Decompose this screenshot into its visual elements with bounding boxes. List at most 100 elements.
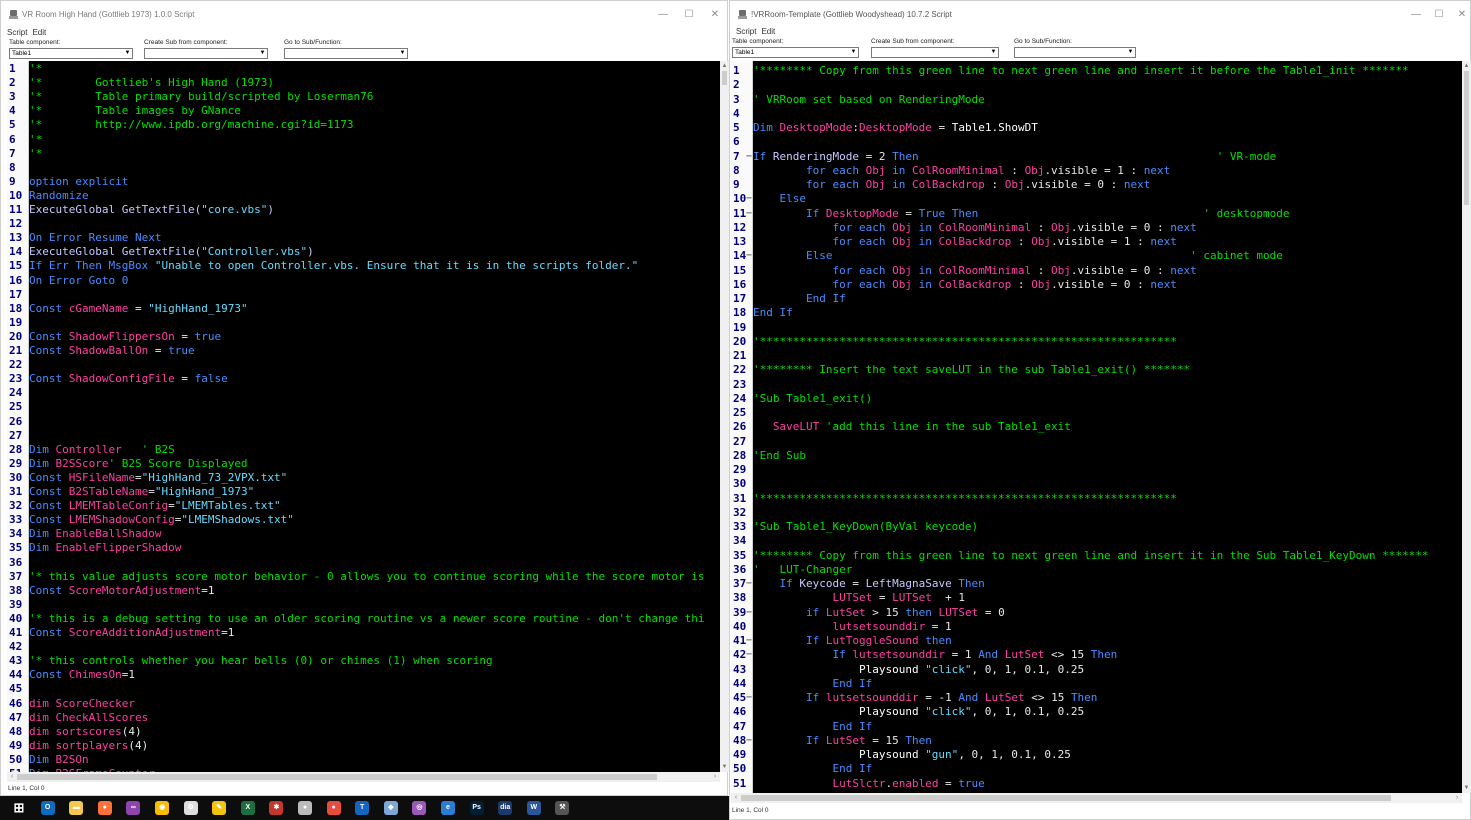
- scroll-thumb[interactable]: [722, 71, 727, 85]
- scroll-thumb[interactable]: [741, 795, 1391, 801]
- fold-marker-icon[interactable]: −: [746, 606, 752, 620]
- code-line[interactable]: for each Obj in ColBackdrop : Obj.visibl…: [753, 178, 1150, 192]
- code-line[interactable]: '* http://www.ipdb.org/machine.cgi?id=11…: [29, 118, 354, 132]
- menu-script[interactable]: Script: [7, 28, 27, 38]
- code-line[interactable]: ' LUT-Changer: [753, 563, 852, 577]
- code-line[interactable]: Dim B2SOn: [29, 753, 89, 767]
- fold-marker-icon[interactable]: −: [746, 249, 752, 263]
- code-line[interactable]: Randomize: [29, 189, 89, 203]
- app-purple-icon[interactable]: ∞: [126, 801, 141, 815]
- scroll-left-icon[interactable]: ‹: [731, 793, 741, 803]
- scroll-down-icon[interactable]: ▼: [720, 762, 729, 772]
- code-line[interactable]: Else ' cabinet mode: [753, 249, 1283, 263]
- code-line[interactable]: If LutSet = 15 Then: [753, 734, 932, 748]
- code-line[interactable]: for each Obj in ColRoomMinimal : Obj.vis…: [753, 221, 1196, 235]
- code-line[interactable]: Dim EnableFlipperShadow: [29, 541, 181, 555]
- code-line[interactable]: if LutSet > 15 then LUTSet = 0: [753, 606, 1005, 620]
- code-line[interactable]: lutsetsounddir = 1: [753, 620, 951, 634]
- fold-marker-icon[interactable]: −: [746, 648, 752, 662]
- code-line[interactable]: Const LMEMTableConfig="LMEMTables.txt": [29, 499, 281, 513]
- code-area[interactable]: '* '* Gottlieb's High Hand (1973) '* Table…: [29, 61, 720, 772]
- code-line[interactable]: Dim DesktopMode:DesktopMode = Table1.Sho…: [753, 121, 1038, 135]
- code-line[interactable]: If LutToggleSound then: [753, 634, 952, 648]
- code-line[interactable]: dim sortscores(4): [29, 725, 142, 739]
- scroll-left-icon[interactable]: ‹: [7, 772, 17, 782]
- paint-icon[interactable]: ✎: [212, 801, 227, 815]
- code-line[interactable]: LutSlctr.enabled = true: [753, 777, 984, 791]
- code-line[interactable]: If lutsetsounddir = 1 And LutSet <> 15 T…: [753, 648, 1117, 662]
- code-line[interactable]: Const ChimesOn=1: [29, 668, 135, 682]
- code-line[interactable]: Const ShadowFlippersOn = true: [29, 330, 221, 344]
- code-line[interactable]: On Error Resume Next: [29, 231, 161, 245]
- code-line[interactable]: Dim B2SScore' B2S Score Displayed: [29, 457, 248, 471]
- minimize-icon[interactable]: —: [649, 1, 677, 28]
- scroll-thumb[interactable]: [1464, 71, 1469, 205]
- code-line[interactable]: '***************************************…: [753, 335, 1177, 349]
- blue-app-icon[interactable]: T: [355, 801, 370, 815]
- code-line[interactable]: End If: [753, 762, 872, 776]
- code-line[interactable]: End If: [753, 292, 846, 306]
- menu-edit[interactable]: Edit: [761, 27, 775, 37]
- code-line[interactable]: ' VRRoom set based on RenderingMode: [753, 93, 985, 107]
- code-line[interactable]: If lutsetsounddir = -1 And LutSet <> 15 …: [753, 691, 1097, 705]
- code-line[interactable]: '*: [29, 147, 42, 161]
- code-line[interactable]: 'Sub Table1_exit(): [753, 392, 872, 406]
- scroll-up-icon[interactable]: ▲: [1462, 61, 1471, 71]
- code-line[interactable]: '* this is a debug setting to use an old…: [29, 612, 705, 626]
- code-line[interactable]: dim ScoreChecker: [29, 697, 135, 711]
- red-circle-app-icon[interactable]: ●: [326, 801, 341, 815]
- left-vertical-scrollbar[interactable]: ▲ ▼: [720, 61, 729, 772]
- code-line[interactable]: Else: [753, 192, 806, 206]
- menu-edit[interactable]: Edit: [32, 28, 46, 38]
- code-line[interactable]: '******** Copy from this green line to n…: [753, 549, 1429, 563]
- code-line[interactable]: 'Sub Table1_KeyDown(ByVal keycode): [753, 520, 978, 534]
- code-line[interactable]: Dim EnableBallShadow: [29, 527, 161, 541]
- windows-start-icon[interactable]: ⊞: [12, 801, 26, 815]
- maximize-icon[interactable]: ☐: [675, 1, 703, 28]
- table-component-select[interactable]: Table1 ▼: [732, 47, 859, 58]
- code-line[interactable]: End If: [753, 306, 793, 320]
- code-line[interactable]: '* this value adjusts score motor behavi…: [29, 570, 705, 584]
- code-line[interactable]: 'End Sub: [753, 449, 806, 463]
- menu-script[interactable]: Script: [736, 27, 756, 37]
- code-line[interactable]: LUTSet = LUTSet + 1: [753, 591, 965, 605]
- code-line[interactable]: for each Obj in ColBackdrop : Obj.visibl…: [753, 278, 1176, 292]
- tool-icon[interactable]: ⚒: [555, 801, 570, 815]
- code-line[interactable]: Const ScoreMotorAdjustment=1: [29, 584, 214, 598]
- code-line[interactable]: Const HSFileName="HighHand_73_2VPX.txt": [29, 471, 287, 485]
- left-horizontal-scrollbar[interactable]: ‹ ›: [7, 772, 720, 782]
- code-line[interactable]: If DesktopMode = True Then ' desktopmode: [753, 207, 1290, 221]
- fold-marker-icon[interactable]: −: [746, 691, 752, 705]
- code-line[interactable]: Playsound "gun", 0, 1, 0.1, 0.25: [753, 748, 1071, 762]
- code-line[interactable]: Playsound "click", 0, 1, 0.1, 0.25: [753, 705, 1084, 719]
- photoshop-icon[interactable]: Ps: [469, 801, 484, 815]
- right-vertical-scrollbar[interactable]: ▲ ▼: [1462, 61, 1471, 793]
- scroll-thumb[interactable]: [17, 774, 657, 780]
- code-line[interactable]: Playsound "click", 0, 1, 0.1, 0.25: [753, 663, 1084, 677]
- code-line[interactable]: Const cGameName = "HighHand_1973": [29, 302, 248, 316]
- code-line[interactable]: Dim Controller ' B2S: [29, 443, 175, 457]
- outlook-icon[interactable]: O: [40, 801, 55, 815]
- code-line[interactable]: Const ScoreAdditionAdjustment=1: [29, 626, 234, 640]
- left-title-bar[interactable]: VR Room High Hand (Gottlieb 1973) 1.0.0 …: [1, 1, 727, 28]
- fold-marker-icon[interactable]: −: [746, 577, 752, 591]
- code-line[interactable]: SaveLUT 'add this line in the sub Table1…: [753, 420, 1071, 434]
- code-line[interactable]: End If: [753, 677, 872, 691]
- code-line[interactable]: for each Obj in ColBackdrop : Obj.visibl…: [753, 235, 1176, 249]
- close-icon[interactable]: ✕: [701, 1, 729, 28]
- code-line[interactable]: '***************************************…: [753, 492, 1177, 506]
- left-code-editor[interactable]: 1 2 3 4 5 6 7 8 9 10 11 12 13 14 15 16 17 18 19 20 21 22 23 24 2…: [7, 61, 720, 772]
- right-code-editor[interactable]: 1 2 3 4 5 6 7−8 9 10−11−12 13 14−15 16 17 18 19 20 21 22 2…: [731, 61, 1462, 793]
- round-app-icon[interactable]: ●: [298, 801, 312, 815]
- create-sub-select[interactable]: ▼: [871, 47, 999, 58]
- code-line[interactable]: ExecuteGlobal GetTextFile("Controller.vb…: [29, 245, 314, 259]
- code-line[interactable]: If Err Then MsgBox "Unable to open Contr…: [29, 259, 638, 273]
- excel-icon[interactable]: X: [240, 801, 255, 815]
- fold-marker-icon[interactable]: −: [746, 734, 752, 748]
- vpx-icon[interactable]: ◆: [383, 801, 398, 815]
- code-line[interactable]: '* Gottlieb's High Hand (1973): [29, 76, 274, 90]
- code-line[interactable]: '******** Copy from this green line to n…: [753, 64, 1409, 78]
- code-line[interactable]: dim CheckAllScores: [29, 711, 148, 725]
- visual-pinball-icon[interactable]: ◎: [412, 801, 427, 815]
- code-line[interactable]: On Error Goto 0: [29, 274, 128, 288]
